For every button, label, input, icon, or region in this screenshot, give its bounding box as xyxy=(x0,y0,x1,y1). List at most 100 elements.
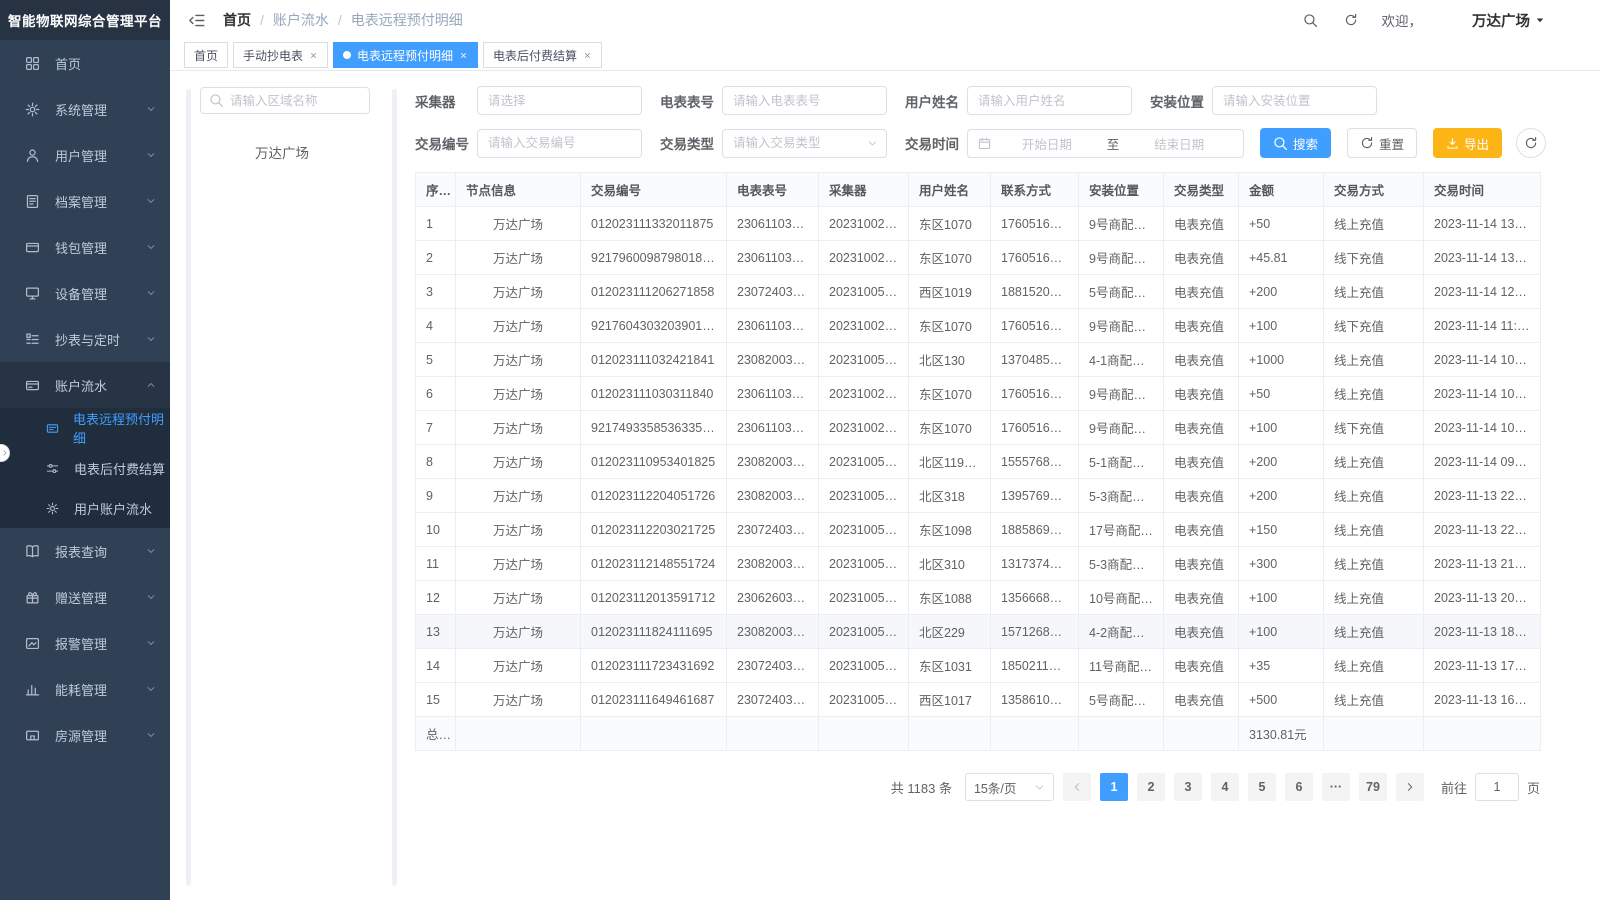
meter-no-input[interactable] xyxy=(733,94,876,108)
tree-node-region[interactable]: 万达广场 xyxy=(170,142,400,162)
collector-input[interactable] xyxy=(488,94,631,108)
user-name-input[interactable] xyxy=(978,94,1121,108)
table-row[interactable]: 9万达广场01202311220405172623082003121920231… xyxy=(416,479,1541,513)
total-label: 总计 xyxy=(416,717,456,751)
install-pos-field[interactable] xyxy=(1212,86,1377,115)
goto-page-input[interactable] xyxy=(1475,773,1519,801)
refresh-icon[interactable] xyxy=(1344,13,1358,27)
chevron-down-icon xyxy=(867,138,878,149)
refresh-icon xyxy=(1524,136,1538,150)
sidebar-item[interactable]: 首页 xyxy=(0,40,170,86)
archive-icon xyxy=(25,194,41,209)
sidebar-item[interactable]: 账户流水 xyxy=(0,362,170,408)
region-search-input[interactable] xyxy=(230,94,361,108)
page-number-button[interactable]: 4 xyxy=(1211,773,1239,801)
sidebar-item[interactable]: 用户管理 xyxy=(0,132,170,178)
page-number-button[interactable]: 6 xyxy=(1285,773,1313,801)
breadcrumb-home[interactable]: 首页 xyxy=(223,10,251,30)
scrollbar-track[interactable] xyxy=(186,89,191,886)
page-number-button[interactable]: 3 xyxy=(1174,773,1202,801)
sidebar-item[interactable]: 抄表与定时 xyxy=(0,316,170,362)
trade-time-range-picker[interactable]: 开始日期 至 结束日期 xyxy=(967,129,1244,158)
table-row[interactable]: 13万达广场0120231118241116952308200312032023… xyxy=(416,615,1541,649)
table-row[interactable]: 2万达广场92179600987980185623061103082320231… xyxy=(416,241,1541,275)
sidebar-item[interactable]: 报表查询 xyxy=(0,528,170,574)
close-icon[interactable] xyxy=(583,51,592,60)
prev-page-button[interactable] xyxy=(1063,773,1091,801)
table-row[interactable]: 15万达广场0120231116494616872307240303092023… xyxy=(416,683,1541,717)
close-icon[interactable] xyxy=(309,51,318,60)
trade-type-select[interactable] xyxy=(722,129,887,158)
trade-type-input[interactable] xyxy=(733,136,876,150)
breadcrumb-item[interactable]: 账户流水 xyxy=(273,10,329,30)
export-button[interactable]: 导出 xyxy=(1433,128,1502,158)
tag-view-tab[interactable]: 首页 xyxy=(184,42,228,68)
sidebar-item[interactable]: 设备管理 xyxy=(0,270,170,316)
install-pos-input[interactable] xyxy=(1223,94,1366,108)
table-row[interactable]: 8万达广场01202311095340182523082003115820231… xyxy=(416,445,1541,479)
more-pages-button[interactable]: ··· xyxy=(1322,773,1350,801)
table-row[interactable]: 5万达广场01202311103242184123082003159820231… xyxy=(416,343,1541,377)
table-row[interactable]: 7万达广场92174933585363353623061103081820231… xyxy=(416,411,1541,445)
date-separator: 至 xyxy=(1101,134,1126,153)
chevron-down-icon xyxy=(1034,782,1045,793)
calendar-icon xyxy=(978,137,991,150)
trade-no-input[interactable] xyxy=(488,136,631,150)
page-size-select[interactable]: 15条/页 xyxy=(965,773,1054,801)
column-header: 交易类型 xyxy=(1164,173,1239,207)
next-page-button[interactable] xyxy=(1396,773,1424,801)
table-row[interactable]: 10万达广场0120231122030217252307240303692023… xyxy=(416,513,1541,547)
tag-view-tab[interactable]: 手动抄电表 xyxy=(233,42,328,68)
table-row[interactable]: 14万达广场0120231117234316922307240302842023… xyxy=(416,649,1541,683)
sidebar-item[interactable]: 能耗管理 xyxy=(0,666,170,712)
sidebar-subitem[interactable]: 用户账户流水 xyxy=(0,488,170,528)
tag-view-tab[interactable]: 电表远程预付明细 xyxy=(333,42,478,68)
end-date-placeholder[interactable]: 结束日期 xyxy=(1125,134,1233,153)
page-number-button[interactable]: 1 xyxy=(1100,773,1128,801)
chevron-down-icon xyxy=(146,150,156,160)
meter-icon xyxy=(25,332,41,347)
page-unit-label: 页 xyxy=(1527,778,1540,797)
table-row[interactable]: 11万达广场0120231121485517242308200311522023… xyxy=(416,547,1541,581)
table-row[interactable]: 12万达广场0120231120135917122306260312432023… xyxy=(416,581,1541,615)
reset-button[interactable]: 重置 xyxy=(1347,128,1417,158)
sidebar-fold-icon[interactable] xyxy=(188,12,205,29)
total-amount: 3130.81元 xyxy=(1239,717,1324,751)
tags-view-bar: 首页手动抄电表电表远程预付明细电表后付费结算 xyxy=(170,40,1600,71)
table-row[interactable]: 3万达广场01202311120627185823072403030420231… xyxy=(416,275,1541,309)
start-date-placeholder[interactable]: 开始日期 xyxy=(993,134,1101,153)
search-icon[interactable] xyxy=(1303,13,1318,28)
sidebar-item[interactable]: 房源管理 xyxy=(0,712,170,758)
sidebar-item[interactable]: 报警管理 xyxy=(0,620,170,666)
collector-select[interactable] xyxy=(477,86,642,115)
user-dropdown[interactable]: 万达广场 xyxy=(1472,10,1546,31)
page-number-button[interactable]: 5 xyxy=(1248,773,1276,801)
sidebar-item[interactable]: 档案管理 xyxy=(0,178,170,224)
meter-no-field[interactable] xyxy=(722,86,887,115)
trade-no-field[interactable] xyxy=(477,129,642,158)
chevron-down-icon xyxy=(146,638,156,648)
page-number-button[interactable]: 2 xyxy=(1137,773,1165,801)
search-button[interactable]: 搜索 xyxy=(1260,128,1331,158)
user-name-field[interactable] xyxy=(967,86,1132,115)
table-row[interactable]: 1万达广场01202311133201187523061103082320231… xyxy=(416,207,1541,241)
tag-view-tab[interactable]: 电表后付费结算 xyxy=(483,42,602,68)
navbar: 首页 / 账户流水 / 电表远程预付明细 欢迎， 万达广场 xyxy=(170,0,1600,40)
wallet-icon xyxy=(25,240,41,255)
close-icon[interactable] xyxy=(459,51,468,60)
user-name-label: 用户姓名 xyxy=(905,91,967,111)
sidebar-subitem[interactable]: 电表后付费结算 xyxy=(0,448,170,488)
sidebar-item[interactable]: 系统管理 xyxy=(0,86,170,132)
install-pos-label: 安装位置 xyxy=(1150,91,1212,111)
scrollbar-track[interactable] xyxy=(392,89,397,886)
table-row[interactable]: 6万达广场01202311103031184023061103081820231… xyxy=(416,377,1541,411)
table-row[interactable]: 4万达广场92176043032039014423061103081820231… xyxy=(416,309,1541,343)
page-number-button[interactable]: 79 xyxy=(1359,773,1387,801)
table-refresh-button[interactable] xyxy=(1516,128,1546,158)
sidebar-subitem[interactable]: 电表远程预付明细 xyxy=(0,408,170,448)
region-search-box xyxy=(200,87,370,114)
chevron-down-icon xyxy=(146,196,156,206)
column-header: 节点信息 xyxy=(456,173,581,207)
sidebar-item[interactable]: 赠送管理 xyxy=(0,574,170,620)
sidebar-item[interactable]: 钱包管理 xyxy=(0,224,170,270)
